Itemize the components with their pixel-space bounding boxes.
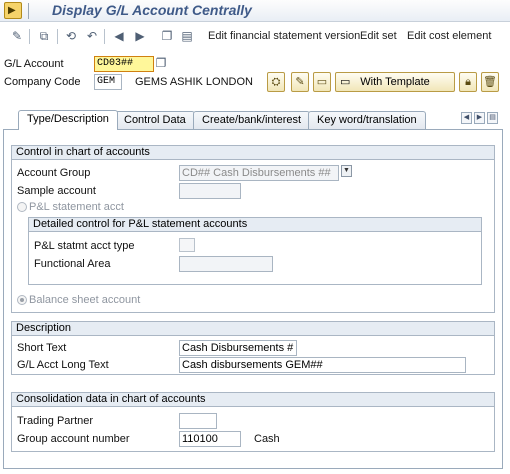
- group-title: Detailed control for P&L statement accou…: [29, 218, 481, 232]
- template-document-icon: ▭: [340, 76, 351, 88]
- tab-scroll-right-icon[interactable]: ▶: [474, 112, 485, 124]
- company-code-label: Company Code: [4, 76, 81, 88]
- tab-key-word-translation[interactable]: Key word/translation: [308, 111, 426, 129]
- balance-sheet-label: Balance sheet account: [29, 294, 141, 306]
- toolbar-separator: [104, 29, 105, 44]
- company-name-text: GEMS ASHIK LONDON: [135, 76, 253, 88]
- title-bar: ▶ Display G/L Account Centrally: [0, 0, 510, 22]
- short-text-label: Short Text: [17, 342, 67, 354]
- edit-set-button[interactable]: Edit set: [360, 30, 397, 42]
- glasses-display-icon[interactable]: ⛭: [267, 72, 285, 92]
- tab-create-bank-interest[interactable]: Create/bank/interest: [193, 111, 311, 129]
- group-account-label: Group account number: [17, 433, 130, 445]
- next-icon[interactable]: ▶: [131, 27, 149, 45]
- previous-icon[interactable]: ◀: [110, 27, 128, 45]
- group-account-field[interactable]: 110100: [179, 431, 241, 447]
- application-toolbar: ✎ ⧉ ⟲ ↶ ◀ ▶ ❐ ▤ Edit financial statement…: [0, 25, 510, 47]
- tab-panel: Control in chart of accounts Account Gro…: [3, 129, 503, 469]
- system-menu-button[interactable]: ▶: [4, 2, 22, 19]
- trash-icon[interactable]: 🗑︎: [481, 72, 499, 92]
- undo-icon[interactable]: ↶: [83, 27, 101, 45]
- group-title: Control in chart of accounts: [12, 146, 494, 160]
- gl-account-label: G/L Account: [4, 58, 64, 70]
- toolbar-separator: [57, 29, 58, 44]
- pl-statement-label: P&L statement acct: [29, 201, 124, 213]
- print-icon[interactable]: ▤: [178, 27, 196, 45]
- long-text-label: G/L Acct Long Text: [17, 359, 109, 371]
- create-document-icon[interactable]: ▭: [313, 72, 331, 92]
- sample-account-field[interactable]: [179, 183, 241, 199]
- tab-list-icon[interactable]: ▤: [487, 112, 498, 124]
- functional-area-label: Functional Area: [34, 258, 111, 270]
- control-chart-group: Control in chart of accounts Account Gro…: [11, 145, 495, 313]
- balance-sheet-radio[interactable]: [17, 295, 27, 305]
- trading-partner-label: Trading Partner: [17, 415, 94, 427]
- tab-strip: Type/Description Control Data Create/ban…: [0, 109, 510, 131]
- functional-area-field[interactable]: [179, 256, 273, 272]
- pl-type-field[interactable]: [179, 238, 195, 252]
- menu-icon: ▶: [8, 5, 16, 16]
- with-template-button[interactable]: ▭ With Template: [335, 72, 455, 92]
- with-template-label: With Template: [360, 76, 430, 88]
- edit-cost-element-button[interactable]: Edit cost element: [407, 30, 491, 42]
- group-title: Description: [12, 322, 494, 336]
- account-group-label: Account Group: [17, 167, 91, 179]
- company-code-input[interactable]: GEM: [94, 74, 122, 90]
- display-change-icon[interactable]: ✎: [8, 27, 26, 45]
- window-title: Display G/L Account Centrally: [52, 2, 252, 18]
- long-text-field[interactable]: Cash disbursements GEM##: [179, 357, 466, 373]
- sample-account-label: Sample account: [17, 185, 96, 197]
- copy-icon[interactable]: ❐: [158, 27, 176, 45]
- description-group: Description Short Text Cash Disbursement…: [11, 321, 495, 375]
- group-account-text: Cash: [254, 433, 280, 445]
- other-object-icon[interactable]: ⟲: [62, 27, 80, 45]
- copy-icon[interactable]: ❐: [154, 55, 168, 71]
- edit-fs-version-button[interactable]: Edit financial statement version: [208, 30, 360, 42]
- title-separator: [28, 3, 29, 19]
- tab-scroll-left-icon[interactable]: ◀: [461, 112, 472, 124]
- tab-type-description[interactable]: Type/Description: [18, 110, 118, 130]
- chevron-down-icon[interactable]: ▼: [341, 165, 352, 177]
- change-pencil-icon[interactable]: ✎: [291, 72, 309, 92]
- pl-statement-radio[interactable]: [17, 202, 27, 212]
- tab-control-data[interactable]: Control Data: [115, 111, 195, 129]
- toolbar-separator: [29, 29, 30, 44]
- pl-type-label: P&L statmt acct type: [34, 240, 135, 252]
- consolidation-group: Consolidation data in chart of accounts …: [11, 392, 495, 452]
- gl-account-input[interactable]: CD03##: [94, 56, 154, 72]
- trading-partner-field[interactable]: [179, 413, 217, 429]
- where-used-icon[interactable]: ⧉: [35, 27, 53, 45]
- group-title: Consolidation data in chart of accounts: [12, 393, 494, 407]
- short-text-field[interactable]: Cash Disbursements #: [179, 340, 297, 356]
- account-group-select[interactable]: CD## Cash Disbursements ##: [179, 165, 339, 181]
- detailed-pl-group: Detailed control for P&L statement accou…: [28, 217, 482, 285]
- lock-icon[interactable]: 🔒︎: [459, 72, 477, 92]
